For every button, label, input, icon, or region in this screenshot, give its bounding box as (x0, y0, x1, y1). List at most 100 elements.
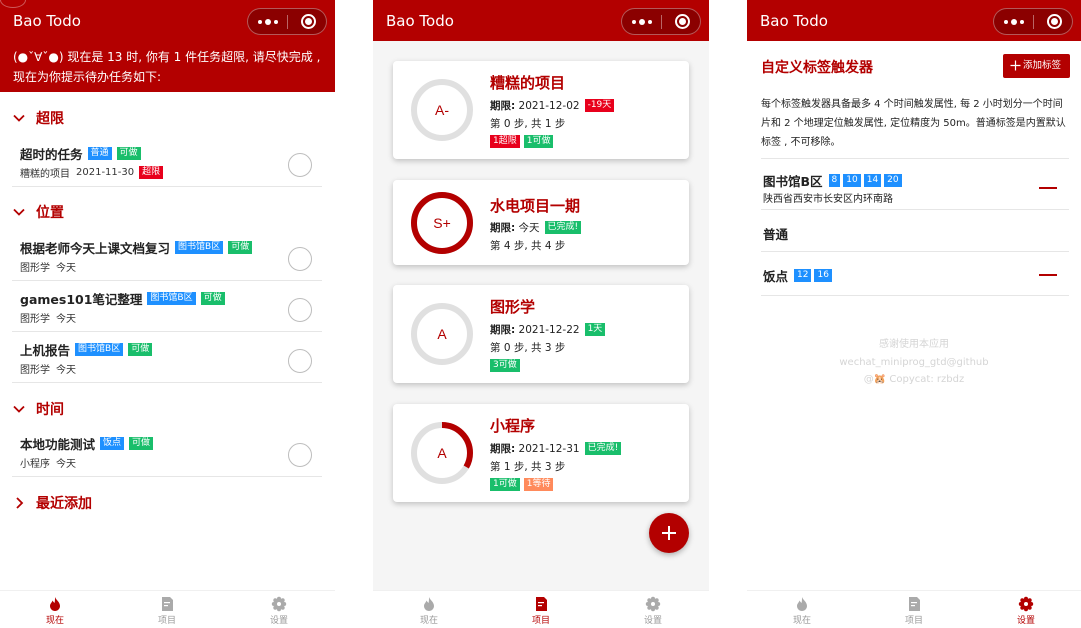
capsule-divider (287, 15, 288, 29)
tab-settings[interactable]: 设置 (996, 596, 1056, 628)
tab-label: 项目 (904, 616, 923, 626)
project-card[interactable]: A 小程序 期限: 2021-12-31 已完成! 第 1 步, 共 3 步 1… (393, 404, 689, 502)
complete-checkbox[interactable] (288, 349, 312, 373)
project-steps: 第 0 步, 共 1 步 (490, 118, 566, 130)
task-row[interactable]: 根据老师今天上课文档复习 图书馆B区 可做 图形学 今天 (12, 233, 322, 281)
task-row[interactable]: 上机报告 图书馆B区 可做 图形学 今天 (12, 335, 322, 383)
project-deadline: 期限: 2021-12-22 1天 (490, 322, 606, 337)
task-row[interactable]: 超时的任务 普通 可做 糟糕的项目 2021-11-30 超限 (12, 139, 322, 187)
app-title: Bao Todo (760, 12, 828, 30)
task-title: 根据老师今天上课文档复习 (20, 241, 171, 256)
more-icon[interactable] (994, 9, 1034, 34)
tag-address: 陕西省西安市长安区内环南路 (763, 194, 893, 205)
complete-checkbox[interactable] (288, 443, 312, 467)
complete-checkbox[interactable] (288, 247, 312, 271)
menu-capsule (621, 8, 701, 35)
task-meta: 糟糕的项目 2021-11-30 超限 (20, 165, 164, 180)
more-icon[interactable] (622, 9, 662, 34)
tab-projects[interactable]: 项目 (137, 596, 197, 628)
tab-label: 项目 (531, 616, 550, 626)
section-recent[interactable]: 最近添加 (12, 492, 92, 514)
flame-icon (50, 597, 60, 611)
gear-icon (271, 596, 287, 612)
tag-trigger-row[interactable]: 普通 (761, 210, 1069, 252)
project-card[interactable]: A- 糟糕的项目 期限: 2021-12-02 -19天 第 0 步, 共 1 … (393, 61, 689, 159)
deadline-value: 2021-12-02 (518, 99, 580, 112)
close-target-icon[interactable] (1047, 14, 1062, 29)
close-target-icon[interactable] (301, 14, 316, 29)
section-location[interactable]: 位置 (12, 201, 64, 223)
tab-now[interactable]: 现在 (772, 596, 832, 628)
tab-label: 项目 (157, 616, 176, 626)
tab-projects[interactable]: 项目 (511, 596, 571, 628)
section-time[interactable]: 时间 (12, 398, 64, 420)
deadline-badge: 已完成! (544, 221, 582, 234)
tab-settings[interactable]: 设置 (249, 596, 309, 628)
task-date: 2021-11-30 (76, 167, 135, 178)
complete-checkbox[interactable] (288, 153, 312, 177)
project-steps: 第 4 步, 共 4 步 (490, 240, 566, 252)
tag: 1等待 (523, 478, 554, 491)
gear-icon (1018, 596, 1034, 612)
task-row[interactable]: games101笔记整理 图书馆B区 可做 图形学 今天 (12, 284, 322, 332)
tab-settings[interactable]: 设置 (623, 596, 683, 628)
tab-label: 设置 (1016, 616, 1035, 626)
tag-trigger-row[interactable]: 饭点 12 16 (761, 252, 1069, 296)
deadline-value: 今天 (518, 222, 540, 234)
remove-tag-button[interactable] (1039, 187, 1057, 189)
close-target-icon[interactable] (675, 14, 690, 29)
add-tag-button[interactable]: 添加标签 (1003, 54, 1070, 78)
tag-name: 图书馆B区 (763, 174, 823, 189)
project-name: 图形学 (490, 298, 536, 316)
tag: 饭点 (100, 437, 125, 450)
remove-tag-button[interactable] (1039, 274, 1057, 276)
project-name: 水电项目一期 (490, 197, 581, 215)
task-project: 糟糕的项目 (20, 169, 70, 180)
tag-row-title: 图书馆B区 8 10 14 20 (763, 171, 902, 190)
tab-now[interactable]: 现在 (399, 596, 459, 628)
more-icon[interactable] (248, 9, 288, 34)
progress-ring: A- (411, 79, 473, 141)
project-steps: 第 1 步, 共 3 步 (490, 461, 566, 473)
add-project-button[interactable] (649, 513, 689, 553)
section-label: 位置 (36, 205, 64, 221)
complete-checkbox[interactable] (288, 298, 312, 322)
trigger-description: 每个标签触发器具备最多 4 个时间触发属性, 每 2 小时划分一个时间片和 2 … (761, 99, 1066, 148)
tag: 3可做 (490, 359, 520, 372)
task-project: 图形学 (20, 314, 50, 325)
menu-capsule (247, 8, 327, 35)
task-row[interactable]: 本地功能测试 饭点 可做 小程序 今天 (12, 429, 322, 477)
tab-projects[interactable]: 项目 (884, 596, 944, 628)
tab-now[interactable]: 现在 (25, 596, 85, 628)
tag-name: 普通 (763, 227, 789, 242)
task-title-wrap: 本地功能测试 饭点 可做 (20, 434, 154, 453)
section-overdue[interactable]: 超限 (12, 107, 64, 129)
project-grade: A (437, 326, 447, 342)
project-card[interactable]: A 图形学 期限: 2021-12-22 1天 第 0 步, 共 3 步 3可做 (393, 285, 689, 383)
projects-screen: Bao Todo A- 糟糕的项目 期限: 2021-12-02 -19天 第 … (373, 0, 709, 628)
nav-bar: Bao Todo (373, 0, 709, 41)
nav-bar: Bao Todo (0, 0, 335, 41)
section-label: 时间 (36, 402, 64, 418)
tab-label: 设置 (269, 616, 288, 626)
menu-capsule (993, 8, 1073, 35)
tag: 普通 (87, 147, 112, 160)
document-icon (162, 597, 173, 611)
tab-bar: 现在 项目 设置 (747, 590, 1081, 628)
project-deadline: 期限: 2021-12-02 -19天 (490, 98, 615, 113)
deadline-badge: -19天 (584, 99, 615, 112)
tag: 可做 (228, 241, 253, 254)
tag-trigger-row[interactable]: 图书馆B区 8 10 14 20 陕西省西安市长安区内环南路 (761, 158, 1069, 210)
tab-label: 现在 (419, 616, 438, 626)
tab-bar: 现在 项目 设置 (373, 590, 709, 628)
tag: 图书馆B区 (75, 343, 124, 356)
task-project: 小程序 (20, 459, 50, 470)
overdue-badge: 超限 (139, 166, 164, 179)
capsule-divider (1033, 15, 1034, 29)
task-title-wrap: 根据老师今天上课文档复习 图书馆B区 可做 (20, 238, 253, 257)
chevron-down-icon (13, 114, 25, 122)
app-title: Bao Todo (386, 12, 454, 30)
project-card[interactable]: S+ 水电项目一期 期限: 今天 已完成! 第 4 步, 共 4 步 (393, 180, 689, 265)
project-name: 糟糕的项目 (490, 74, 566, 92)
task-date: 今天 (56, 459, 76, 470)
